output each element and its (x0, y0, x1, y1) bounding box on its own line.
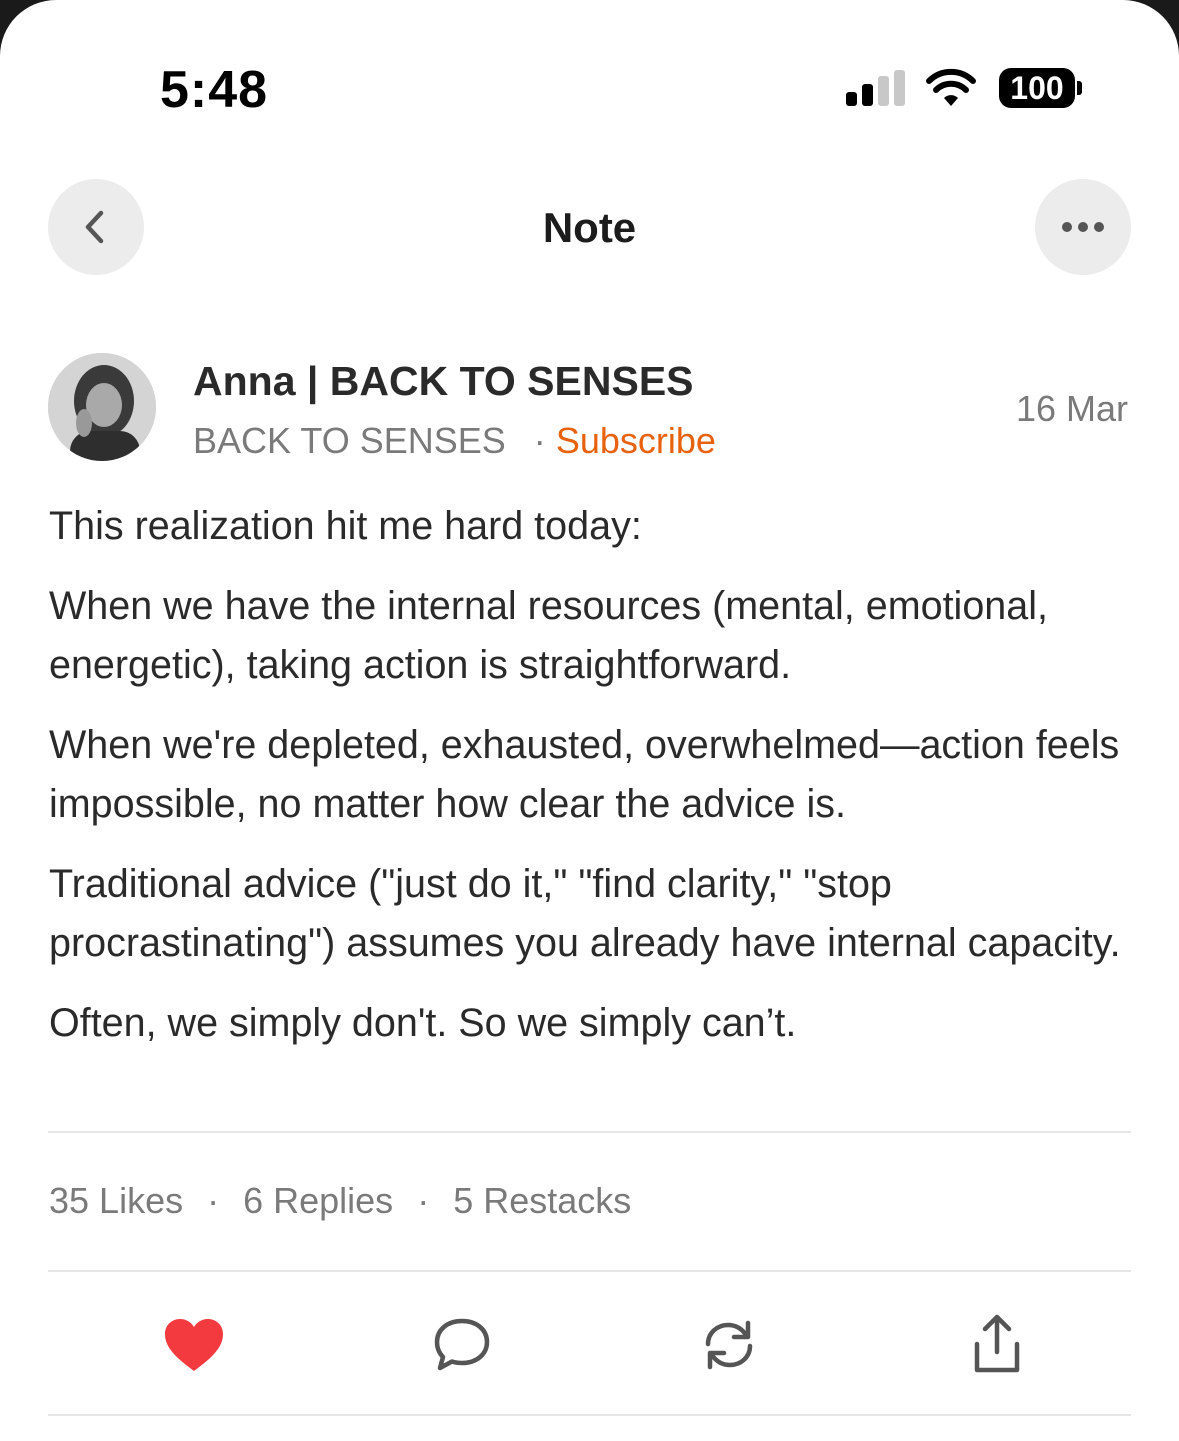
cellular-signal-icon (846, 70, 906, 106)
wifi-icon (926, 68, 976, 106)
restack-icon (705, 1320, 753, 1370)
avatar[interactable] (48, 353, 156, 461)
share-button[interactable] (962, 1310, 1032, 1380)
separator: · (207, 1180, 220, 1221)
author-photo (48, 353, 156, 461)
separator: · (533, 420, 546, 461)
battery-level: 100 (1010, 69, 1064, 106)
note-paragraph: Traditional advice ("just do it," "find … (49, 862, 1121, 965)
replies-count[interactable]: 6 Replies (243, 1180, 393, 1221)
screen: 5:48 100 Note Anna | BACK TO SENSES BACK… (0, 0, 1179, 1441)
likes-count[interactable]: 35 Likes (49, 1180, 183, 1221)
heart-icon (165, 1319, 223, 1371)
status-time: 5:48 (160, 61, 269, 119)
battery-tip (1077, 81, 1082, 95)
restacks-count[interactable]: 5 Restacks (453, 1180, 631, 1221)
separator: · (417, 1180, 430, 1221)
like-button[interactable] (159, 1310, 229, 1380)
more-options-button[interactable] (1035, 179, 1131, 275)
note-paragraph: When we have the internal resources (men… (49, 584, 1048, 687)
publication-line: BACK TO SENSES · Subscribe (193, 420, 716, 462)
battery-icon: 100 (999, 68, 1075, 108)
restack-button[interactable] (694, 1310, 764, 1380)
post-date: 16 Mar (1015, 388, 1128, 429)
reply-button[interactable] (427, 1310, 497, 1380)
divider (48, 1414, 1131, 1416)
divider (48, 1270, 1131, 1272)
publication-name[interactable]: BACK TO SENSES (193, 420, 506, 461)
subscribe-link[interactable]: Subscribe (556, 420, 716, 461)
engagement-stats: 35 Likes · 6 Replies · 5 Restacks (49, 1180, 631, 1222)
ellipsis-icon (1062, 222, 1104, 232)
author-name[interactable]: Anna | BACK TO SENSES (193, 358, 694, 405)
note-paragraph: When we're depleted, exhausted, overwhel… (49, 723, 1120, 826)
page-title: Note (542, 204, 637, 251)
share-icon (974, 1314, 1020, 1373)
note-paragraph: This realization hit me hard today: (49, 504, 642, 548)
note-body: This realization hit me hard today: When… (49, 497, 1139, 1074)
note-paragraph: Often, we simply don't. So we simply can… (49, 1001, 797, 1045)
comment-icon (434, 1318, 490, 1371)
divider (48, 1131, 1131, 1133)
